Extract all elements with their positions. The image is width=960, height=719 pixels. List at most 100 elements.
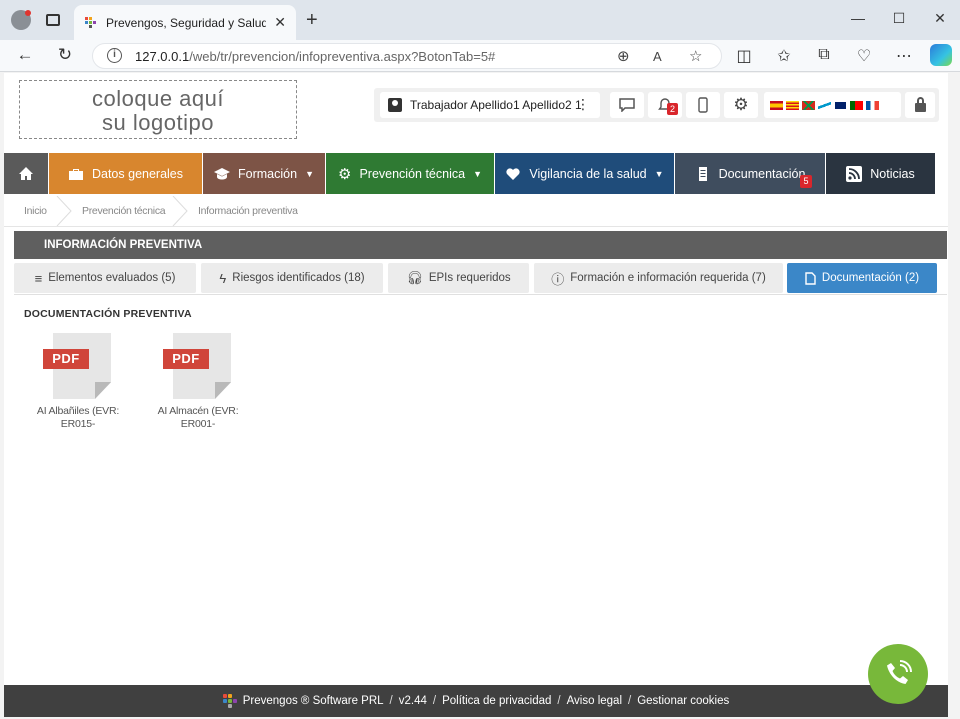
browser-essentials-icon[interactable]: ♡ — [854, 46, 874, 66]
nav-vigilancia-salud[interactable]: Vigilancia de la salud ▼ — [495, 153, 674, 194]
new-tab-icon[interactable]: + — [306, 10, 318, 30]
breadcrumb: Inicio Prevención técnica Información pr… — [4, 195, 948, 227]
tab-formacion-informacion[interactable]: ⓘ Formación e información requerida (7) — [534, 263, 783, 293]
flag-gb-icon[interactable] — [834, 100, 847, 110]
panel-title: INFORMACIÓN PREVENTIVA — [14, 231, 947, 259]
main-nav: Datos generales Formación ▼ ⚙ Prevención… — [4, 153, 948, 194]
profile-status-dot — [25, 10, 31, 16]
footer-privacy-link[interactable]: Política de privacidad — [442, 695, 551, 707]
pdf-icon: PDF — [163, 333, 233, 399]
tab-epis-requeridos[interactable]: 🎧︎ EPIs requeridos — [388, 263, 529, 293]
footer-separator: / — [389, 695, 393, 707]
flag-fr-icon[interactable] — [866, 100, 879, 110]
breadcrumb-separator — [56, 196, 72, 226]
phone-icon — [887, 660, 912, 684]
gear-icon: ⚙ — [733, 95, 749, 114]
footer-legal-link[interactable]: Aviso legal — [567, 695, 622, 707]
user-menu[interactable]: Trabajador Apellido1 Apellido2 1 ⋮ — [380, 92, 600, 118]
nav-label-formacion: Formación — [238, 166, 298, 181]
tab-riesgos-identificados[interactable]: ϟ Riesgos identificados (18) — [201, 263, 383, 293]
footer-cookies-link[interactable]: Gestionar cookies — [637, 695, 729, 707]
more-icon[interactable]: ⋯ — [894, 46, 914, 66]
heartbeat-icon — [506, 167, 521, 180]
graduation-cap-icon — [214, 167, 231, 179]
nav-noticias[interactable]: Noticias — [826, 153, 935, 194]
file-icon — [805, 271, 816, 285]
flag-pt-icon[interactable] — [850, 100, 863, 110]
zoom-icon[interactable]: ⊕ — [617, 47, 630, 65]
nav-documentacion[interactable]: Documentación 5 — [675, 153, 825, 194]
collections-icon[interactable]: ⧉ — [814, 46, 834, 64]
headphones-icon: 🎧︎ — [406, 270, 423, 285]
flag-gl-icon[interactable] — [818, 100, 831, 110]
nav-label-vigilancia: Vigilancia de la salud — [529, 166, 647, 181]
address-bar: ← ↻ i 127.0.0.1/web/tr/prevencion/infopr… — [0, 40, 960, 72]
url-text: 127.0.0.1/web/tr/prevencion/infopreventi… — [135, 49, 495, 64]
info-icon[interactable]: i — [107, 48, 122, 63]
tab-elementos-evaluados[interactable]: ≡ Elementos evaluados (5) — [14, 263, 196, 293]
notifications-button[interactable]: 2 — [648, 92, 682, 118]
breadcrumb-item-prevencion[interactable]: Prevención técnica — [82, 205, 166, 217]
minimize-icon[interactable]: — — [848, 10, 868, 26]
footer-separator: / — [557, 695, 561, 707]
flag-eu-icon[interactable] — [802, 100, 815, 110]
footer: Prevengos ® Software PRL / v2.44 / Polít… — [4, 685, 948, 717]
settings-button[interactable]: ⚙ — [724, 92, 758, 118]
pdf-label: PDF — [163, 349, 209, 369]
footer-version: v2.44 — [398, 695, 427, 707]
split-screen-icon[interactable]: ◫ — [734, 46, 754, 66]
favorites-icon[interactable]: ✩ — [774, 46, 794, 66]
document-item[interactable]: PDF AI Albañiles (EVR: ER015- — [23, 333, 133, 431]
web-page: coloque aquí su logotipo Trabajador Apel… — [4, 73, 948, 685]
back-icon[interactable]: ← — [14, 45, 36, 65]
close-icon[interactable]: ✕ — [274, 14, 286, 31]
url-input[interactable]: i 127.0.0.1/web/tr/prevencion/infopreven… — [92, 43, 722, 69]
url-path: /web/tr/prevencion/infopreventiva.aspx?B… — [189, 49, 496, 64]
tab-actions-icon[interactable] — [46, 14, 60, 26]
notifications-badge: 2 — [667, 103, 678, 115]
document-name-line: ER015- — [60, 418, 96, 430]
messages-button[interactable] — [610, 92, 644, 118]
footer-separator: / — [628, 695, 632, 707]
documentacion-badge: 5 — [800, 175, 812, 188]
read-aloud-icon[interactable]: A — [653, 49, 662, 64]
pdf-fold — [215, 382, 231, 399]
kebab-menu-icon[interactable]: ⋮ — [576, 96, 590, 113]
copilot-icon[interactable] — [930, 44, 952, 66]
briefcase-icon — [68, 168, 83, 180]
pdf-fold — [95, 382, 111, 399]
nav-label-noticias: Noticias — [870, 166, 915, 181]
flag-es-icon[interactable] — [770, 100, 783, 110]
window-close-icon[interactable]: ✕ — [930, 10, 950, 27]
chat-icon — [619, 98, 635, 113]
bolt-icon: ϟ — [219, 270, 227, 286]
info-circle-icon: ⓘ — [551, 271, 565, 287]
refresh-icon[interactable]: ↻ — [54, 45, 76, 65]
document-item[interactable]: PDF AI Almacén (EVR: ER001- — [143, 333, 253, 431]
browser-tab[interactable]: Prevengos, Seguridad y Salud Lab ✕ — [74, 5, 296, 40]
list-icon: ≡ — [34, 270, 43, 286]
gears-icon: ⚙ — [338, 165, 352, 183]
call-button[interactable] — [868, 644, 928, 704]
document-name-line: AI Almacén (EVR: — [157, 405, 239, 417]
page-scrollbar[interactable] — [948, 73, 960, 717]
nav-datos-generales[interactable]: Datos generales — [49, 153, 202, 194]
chevron-down-icon: ▼ — [654, 168, 664, 179]
tab-documentacion[interactable]: Documentación (2) — [787, 263, 937, 293]
home-icon — [19, 166, 33, 180]
nav-home[interactable] — [4, 153, 48, 194]
logo-line-2: su logotipo — [102, 110, 214, 135]
favorite-icon[interactable]: ☆ — [689, 47, 702, 65]
pdf-icon: PDF — [43, 333, 113, 399]
nav-formacion[interactable]: Formación ▼ — [203, 153, 325, 194]
flag-ca-icon[interactable] — [786, 100, 799, 110]
breadcrumb-item-inicio[interactable]: Inicio — [24, 205, 47, 217]
nav-prevencion-tecnica[interactable]: ⚙ Prevención técnica ▼ — [326, 153, 494, 194]
maximize-icon[interactable]: ☐ — [889, 10, 909, 27]
mobile-button[interactable] — [686, 92, 720, 118]
logout-button[interactable] — [905, 92, 935, 118]
browser-titlebar: Prevengos, Seguridad y Salud Lab ✕ + — ☐… — [0, 0, 960, 40]
nav-label-datos: Datos generales — [91, 166, 184, 181]
pdf-label: PDF — [43, 349, 89, 369]
footer-product: Prevengos ® Software PRL — [242, 695, 384, 707]
